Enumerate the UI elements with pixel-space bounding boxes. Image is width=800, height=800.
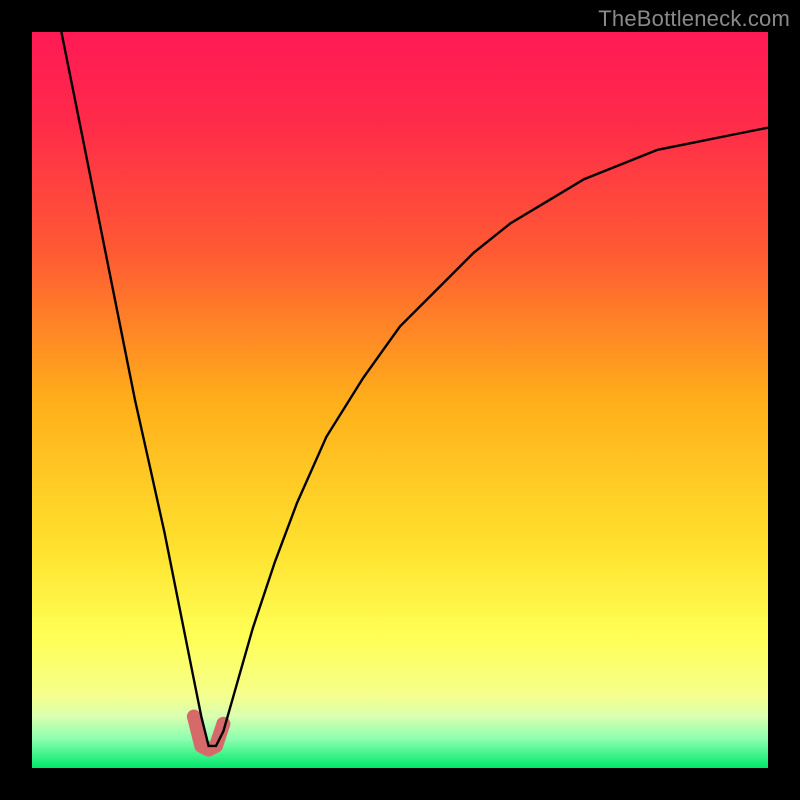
- chart-frame: TheBottleneck.com: [0, 0, 800, 800]
- chart-curve: [32, 32, 768, 768]
- plot-area: [32, 32, 768, 768]
- watermark-text: TheBottleneck.com: [598, 6, 790, 32]
- curve-line: [61, 32, 768, 746]
